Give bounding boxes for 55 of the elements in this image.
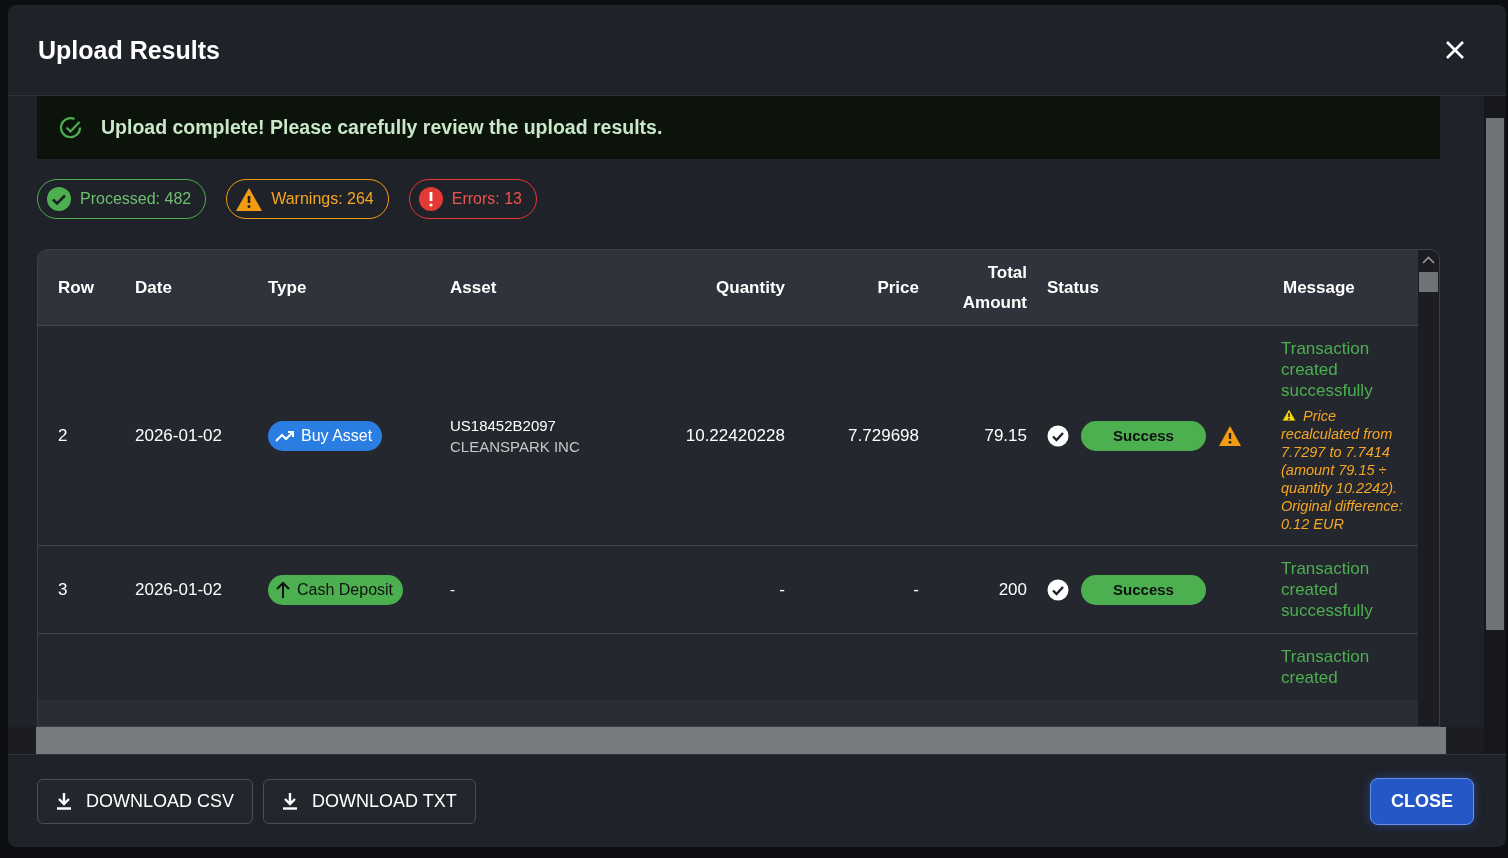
- table-cell-text: 200: [997, 579, 1027, 600]
- column-header: Asset: [449, 276, 498, 299]
- dialog-title: Upload Results: [38, 35, 220, 65]
- table-cell-text: 2: [57, 425, 69, 446]
- table-cell-text: -: [912, 579, 919, 600]
- download-button[interactable]: DOWNLOAD CSV: [37, 778, 254, 824]
- type-badge: Buy Asset: [268, 420, 383, 451]
- status-badge: Success: [1081, 420, 1206, 451]
- column-header: Quantity: [715, 276, 785, 299]
- column-header: Type: [267, 276, 308, 299]
- warning-icon: [1281, 408, 1297, 422]
- check-circle-icon: [1047, 578, 1069, 601]
- warning-icon: [235, 186, 264, 212]
- check-circle-icon: [59, 115, 83, 140]
- download-icon: [282, 792, 299, 810]
- check-circle-icon: [1047, 424, 1069, 447]
- table-cell-text: 7.729698: [847, 425, 919, 446]
- type-badge: Cash Deposit: [268, 574, 404, 605]
- trending-up-icon: [275, 428, 295, 443]
- summary-label: Processed: 482: [80, 190, 192, 208]
- column-header: Message: [1282, 276, 1356, 299]
- message-text: Transaction created successfully: [1281, 558, 1374, 621]
- table-cell-text: 2026-01-02: [134, 425, 223, 446]
- scroll-thumb[interactable]: [1419, 272, 1438, 292]
- close-icon[interactable]: [1444, 39, 1466, 61]
- summary-label: Warnings: 264: [271, 190, 374, 208]
- table-cell-text: 3: [57, 579, 69, 600]
- column-header: Price: [876, 276, 919, 299]
- summary-label: Errors: 13: [451, 190, 522, 208]
- chevron-up-icon[interactable]: [1422, 256, 1435, 264]
- download-icon: [56, 792, 72, 810]
- error-icon: [417, 186, 444, 212]
- table-cell-text: 2026-01-02: [134, 579, 223, 600]
- scrollbar[interactable]: [1418, 250, 1439, 726]
- asset-text: CLEANSPARK INC: [450, 436, 581, 457]
- close-button[interactable]: CLOSE: [1370, 777, 1474, 825]
- table-cell-text: 10.22420228: [684, 425, 785, 446]
- column-header: Total Amount: [961, 261, 1027, 314]
- column-header: Row: [57, 276, 95, 299]
- download-button[interactable]: DOWNLOAD TXT: [263, 778, 476, 824]
- check-circle-icon: [46, 186, 72, 212]
- warning-note: Price recalculated from 7.7297 to 7.7414 (amount 79.15 ÷ quantity 10.2242). Original difference: 0.12 EUR: [1281, 407, 1404, 533]
- status-badge: Success: [1081, 574, 1206, 605]
- asset-text: -: [450, 580, 456, 600]
- scroll-thumb[interactable]: [1486, 118, 1504, 630]
- table-cell-text: -: [778, 579, 785, 600]
- message-text: Transaction created successfully: [1281, 338, 1374, 401]
- message-text: Transaction created: [1280, 646, 1371, 689]
- arrow-up-icon: [275, 580, 291, 599]
- asset-text: US18452B2097: [450, 415, 557, 436]
- column-header: Status: [1046, 276, 1100, 299]
- column-header: Date: [134, 276, 173, 299]
- alert-message: Upload complete! Please carefully review the upload results.: [101, 116, 663, 139]
- scrollbar[interactable]: [1484, 96, 1506, 754]
- table-cell-text: 79.15: [983, 425, 1027, 446]
